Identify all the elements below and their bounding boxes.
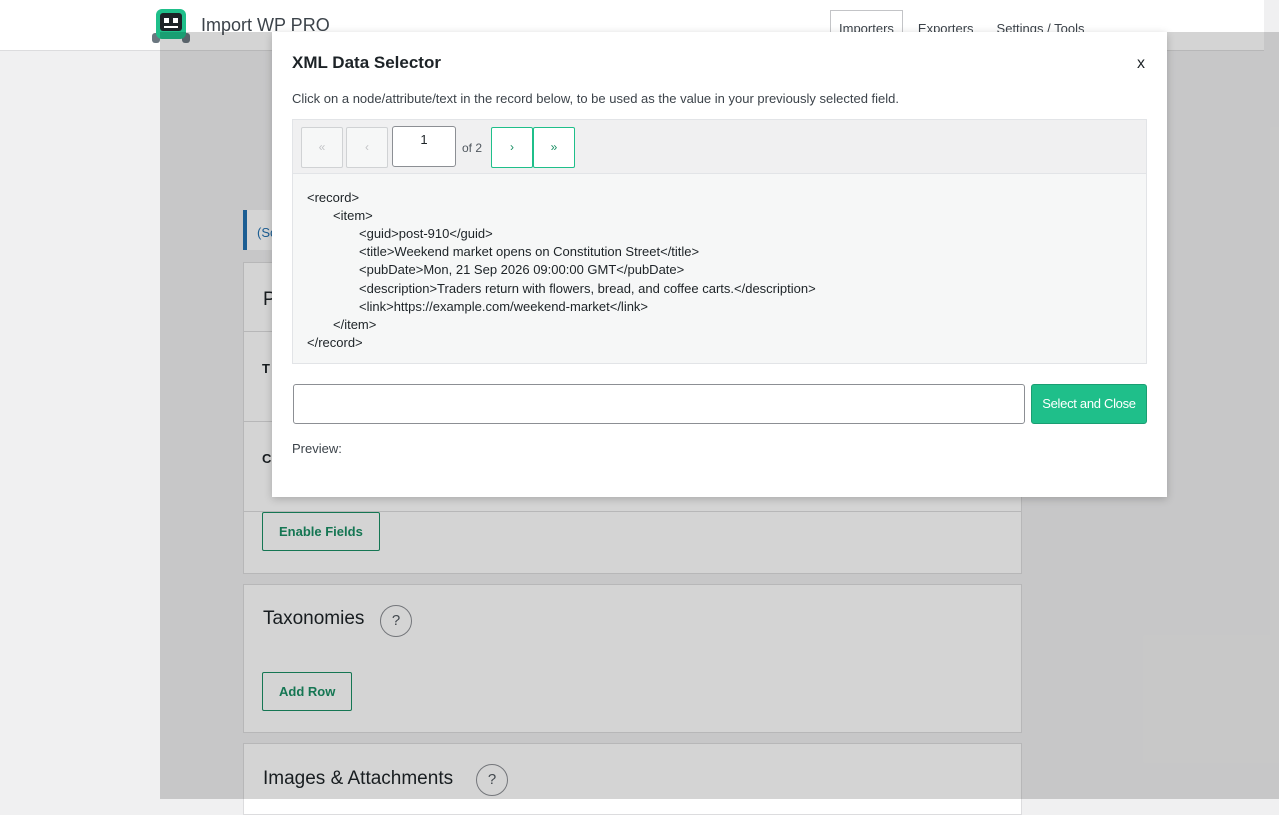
xml-node[interactable]: <description>Traders return with flowers… — [359, 280, 816, 298]
xml-node[interactable]: <link>https://example.com/weekend-market… — [359, 298, 648, 316]
last-page-button[interactable]: » — [533, 127, 575, 168]
close-button[interactable]: x — [1137, 55, 1145, 73]
xml-node[interactable]: </record> — [307, 334, 363, 352]
page-number-input[interactable]: 1 — [392, 126, 456, 167]
modal-description: Click on a node/attribute/text in the re… — [292, 91, 900, 106]
next-page-button[interactable]: › — [491, 127, 533, 168]
record-pager: « ‹ 1 of 2 › » — [292, 119, 1147, 173]
page-count: of 2 — [462, 141, 483, 155]
preview-label: Preview: — [292, 441, 342, 456]
prev-page-button[interactable]: ‹ — [346, 127, 388, 168]
xml-node[interactable]: <record> — [307, 189, 359, 207]
selector-value-input[interactable] — [293, 384, 1025, 424]
xml-node[interactable]: </item> — [333, 316, 376, 334]
xml-record-viewer: <record> <item> <guid>post-910</guid> <t… — [292, 173, 1147, 364]
xml-node[interactable]: <guid>post-910</guid> — [359, 225, 493, 243]
xml-data-selector-modal: XML Data Selector x Click on a node/attr… — [272, 32, 1167, 497]
xml-node[interactable]: <pubDate>Mon, 21 Sep 2026 09:00:00 GMT</… — [359, 261, 684, 279]
xml-node[interactable]: <item> — [333, 207, 373, 225]
modal-title: XML Data Selector — [292, 53, 441, 72]
first-page-button[interactable]: « — [301, 127, 343, 168]
xml-node[interactable]: <title>Weekend market opens on Constitut… — [359, 243, 699, 261]
select-and-close-button[interactable]: Select and Close — [1031, 384, 1147, 424]
